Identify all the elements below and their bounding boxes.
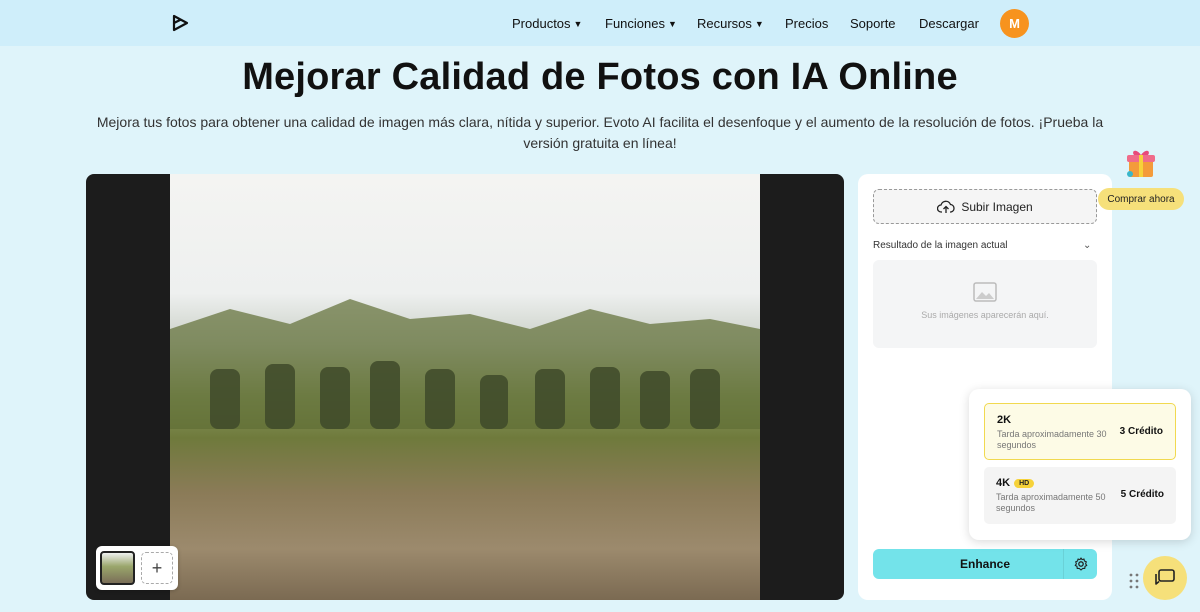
upload-label: Subir Imagen (961, 199, 1033, 214)
add-image-button[interactable]: + (141, 552, 173, 584)
chevron-down-icon[interactable]: ⌄ (1083, 240, 1091, 251)
nav-item-precios[interactable]: Precios (785, 16, 828, 31)
nav-label: Productos (512, 16, 571, 31)
quality-option-2k[interactable]: 2K Tarda aproximadamente 30 segundos 3 C… (984, 403, 1176, 460)
enhance-settings-button[interactable] (1063, 549, 1097, 579)
nav-item-funciones[interactable]: Funciones ▼ (605, 16, 677, 31)
quality-option-4k[interactable]: 4K HD Tarda aproximadamente 50 segundos 5… (984, 467, 1176, 524)
image-placeholder-icon (973, 282, 997, 302)
page-title: Mejorar Calidad de Fotos con IA Online (242, 56, 958, 98)
hd-badge: HD (1014, 479, 1035, 488)
quality-credit-cost: 5 Crédito (1120, 489, 1164, 500)
enhance-button[interactable]: Enhance (873, 549, 1097, 579)
nav-label: Precios (785, 16, 829, 31)
result-preview-box: Sus imágenes aparecerán aquí. (873, 260, 1097, 348)
nav-label: Descargar (919, 16, 979, 31)
caret-down-icon: ▼ (754, 18, 764, 29)
quality-name: 4K (996, 477, 1011, 489)
thumbnail-current[interactable] (100, 551, 135, 585)
top-navigation: Productos ▼ Funciones ▼ Recursos ▼ Preci… (0, 0, 1200, 46)
nav-item-descargar[interactable]: Descargar (919, 16, 979, 31)
nav-label: Funciones (605, 16, 665, 31)
page-subtitle: Mejora tus fotos para obtener una calida… (96, 114, 1104, 151)
cloud-upload-icon (937, 200, 955, 213)
group-photo-preview (170, 174, 760, 600)
upload-image-button[interactable]: Subir Imagen (873, 189, 1097, 224)
result-section-label: Resultado de la imagen actual (873, 240, 1008, 251)
chat-support-button[interactable] (1143, 556, 1187, 600)
image-viewer (86, 174, 844, 600)
buy-now-button[interactable]: Comprar ahora (1098, 188, 1184, 210)
result-placeholder-text: Sus imágenes aparecerán aquí. (921, 310, 1049, 320)
nav-label: Recursos (697, 16, 752, 31)
chat-bubble-icon (1155, 569, 1175, 585)
photo-scenery (170, 299, 760, 429)
gear-icon (1074, 557, 1087, 571)
quality-name: 2K (997, 414, 1012, 426)
user-avatar[interactable]: M (1000, 9, 1029, 38)
nav-label: Soporte (850, 16, 896, 31)
thumbnail-strip: + (96, 546, 178, 590)
nav-item-productos[interactable]: Productos ▼ (512, 16, 582, 31)
quality-options-card: 2K Tarda aproximadamente 30 segundos 3 C… (969, 389, 1191, 540)
gift-box-icon[interactable] (1124, 146, 1158, 180)
nav-item-soporte[interactable]: Soporte (850, 16, 896, 31)
quality-time-estimate: Tarda aproximadamente 30 segundos (997, 429, 1107, 450)
enhance-label: Enhance (959, 557, 1010, 571)
evoto-logo-icon[interactable] (170, 12, 192, 34)
nav-item-recursos[interactable]: Recursos ▼ (697, 16, 764, 31)
quality-time-estimate: Tarda aproximadamente 50 segundos (996, 492, 1106, 513)
caret-down-icon: ▼ (667, 18, 677, 29)
drag-handle-icon[interactable] (1128, 572, 1140, 590)
quality-credit-cost: 3 Crédito (1119, 426, 1163, 437)
quality-name-row: 4K HD (996, 477, 1035, 489)
caret-down-icon: ▼ (573, 18, 583, 29)
